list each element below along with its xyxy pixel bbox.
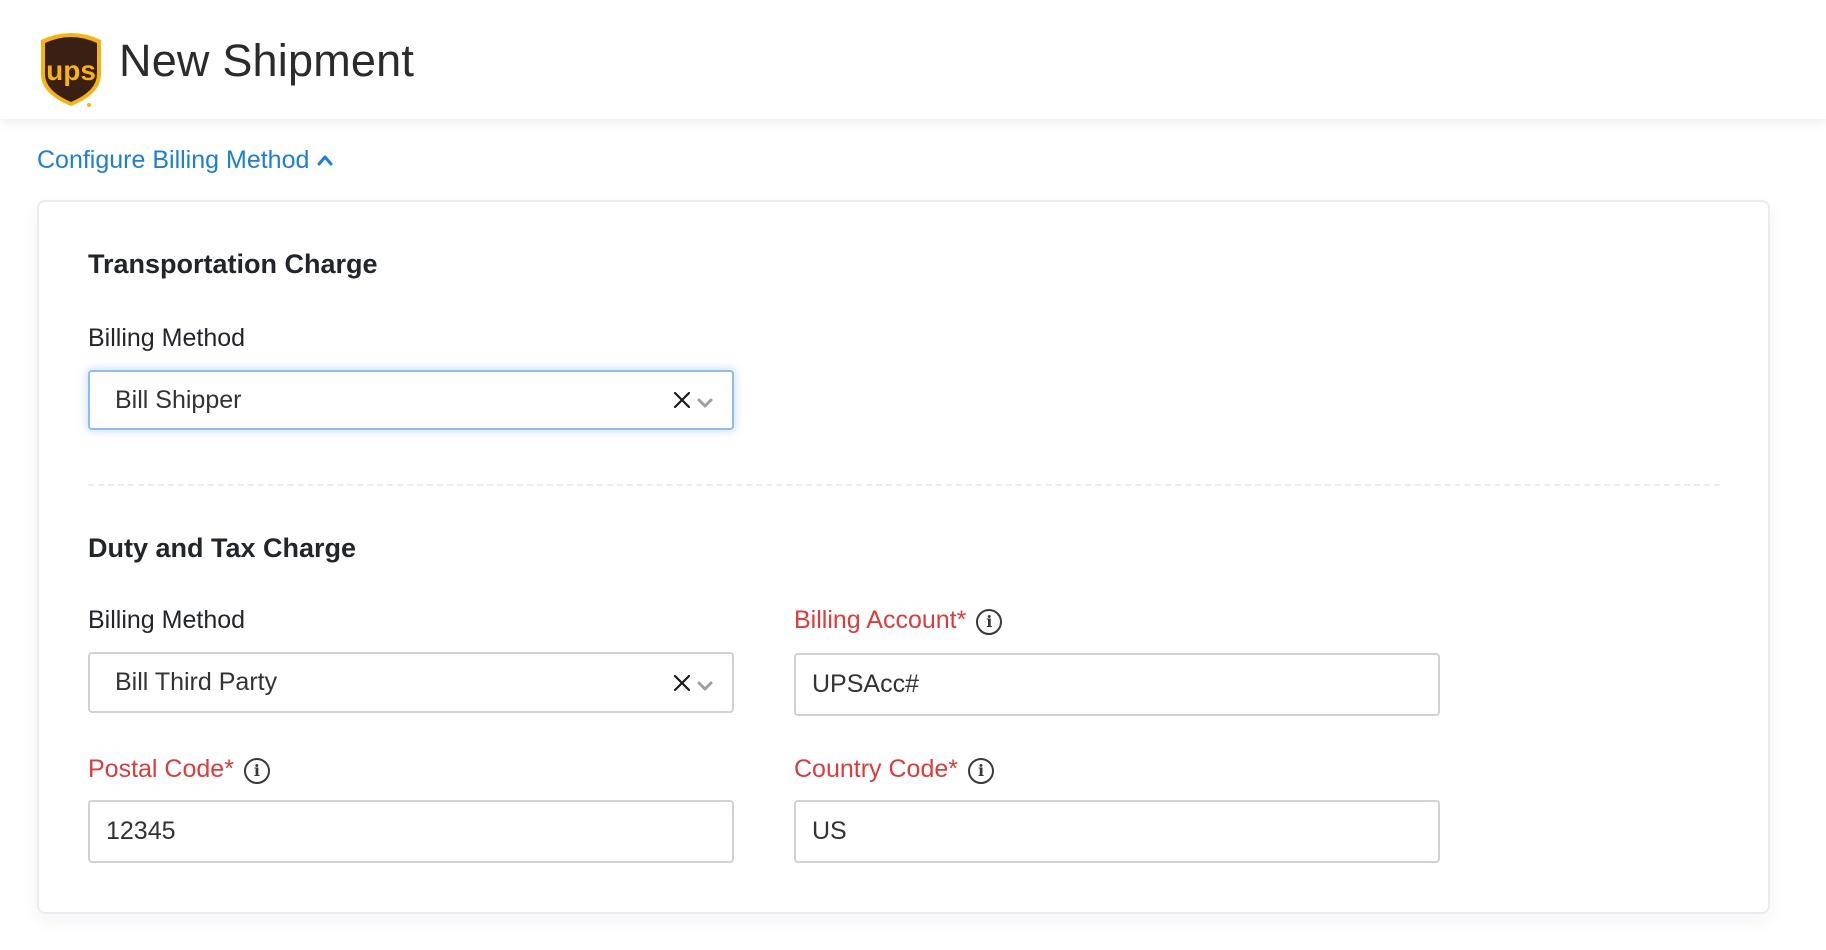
section-divider bbox=[88, 484, 1720, 486]
info-icon[interactable]: i bbox=[243, 758, 270, 784]
country-code-input[interactable] bbox=[794, 800, 1440, 863]
billing-account-input[interactable] bbox=[794, 653, 1440, 716]
page-title: New Shipment bbox=[119, 35, 415, 86]
select-value: Bill Third Party bbox=[115, 668, 278, 696]
info-icon[interactable]: i bbox=[967, 758, 994, 784]
close-icon[interactable] bbox=[672, 390, 692, 410]
duty-billing-method-label: Billing Method bbox=[88, 604, 245, 636]
label-text: Billing Account* bbox=[794, 606, 967, 634]
duty-billing-method-select[interactable]: Bill Third Party bbox=[88, 652, 734, 713]
label-text: Billing Method bbox=[88, 606, 246, 634]
logo-text: ups bbox=[46, 55, 96, 86]
configure-billing-method-label: Configure Billing Method bbox=[37, 146, 310, 174]
chevron-up-icon bbox=[317, 155, 333, 166]
close-icon[interactable] bbox=[672, 673, 692, 693]
transportation-charge-title: Transportation Charge bbox=[88, 249, 378, 279]
ups-logo-icon: ups bbox=[41, 33, 101, 107]
label-text: Country Code* bbox=[794, 755, 958, 783]
chevron-down-icon[interactable] bbox=[696, 680, 714, 692]
chevron-down-icon[interactable] bbox=[696, 397, 714, 409]
label-text: Postal Code* bbox=[88, 755, 234, 783]
select-value: Bill Shipper bbox=[115, 385, 242, 414]
billing-account-label: Billing Account* i bbox=[794, 604, 1003, 636]
duty-tax-charge-title: Duty and Tax Charge bbox=[88, 533, 357, 563]
info-icon[interactable]: i bbox=[976, 609, 1003, 635]
transportation-billing-method-select[interactable]: Bill Shipper bbox=[88, 370, 734, 430]
postal-code-label: Postal Code* i bbox=[88, 753, 270, 785]
country-code-label: Country Code* i bbox=[794, 753, 994, 785]
configure-billing-method-toggle[interactable]: Configure Billing Method bbox=[37, 144, 333, 176]
app-header: ups New Shipment bbox=[0, 0, 1826, 119]
postal-code-input[interactable] bbox=[88, 800, 734, 863]
transportation-billing-method-label: Billing Method bbox=[88, 322, 245, 354]
label-text: Billing Method bbox=[88, 324, 246, 352]
